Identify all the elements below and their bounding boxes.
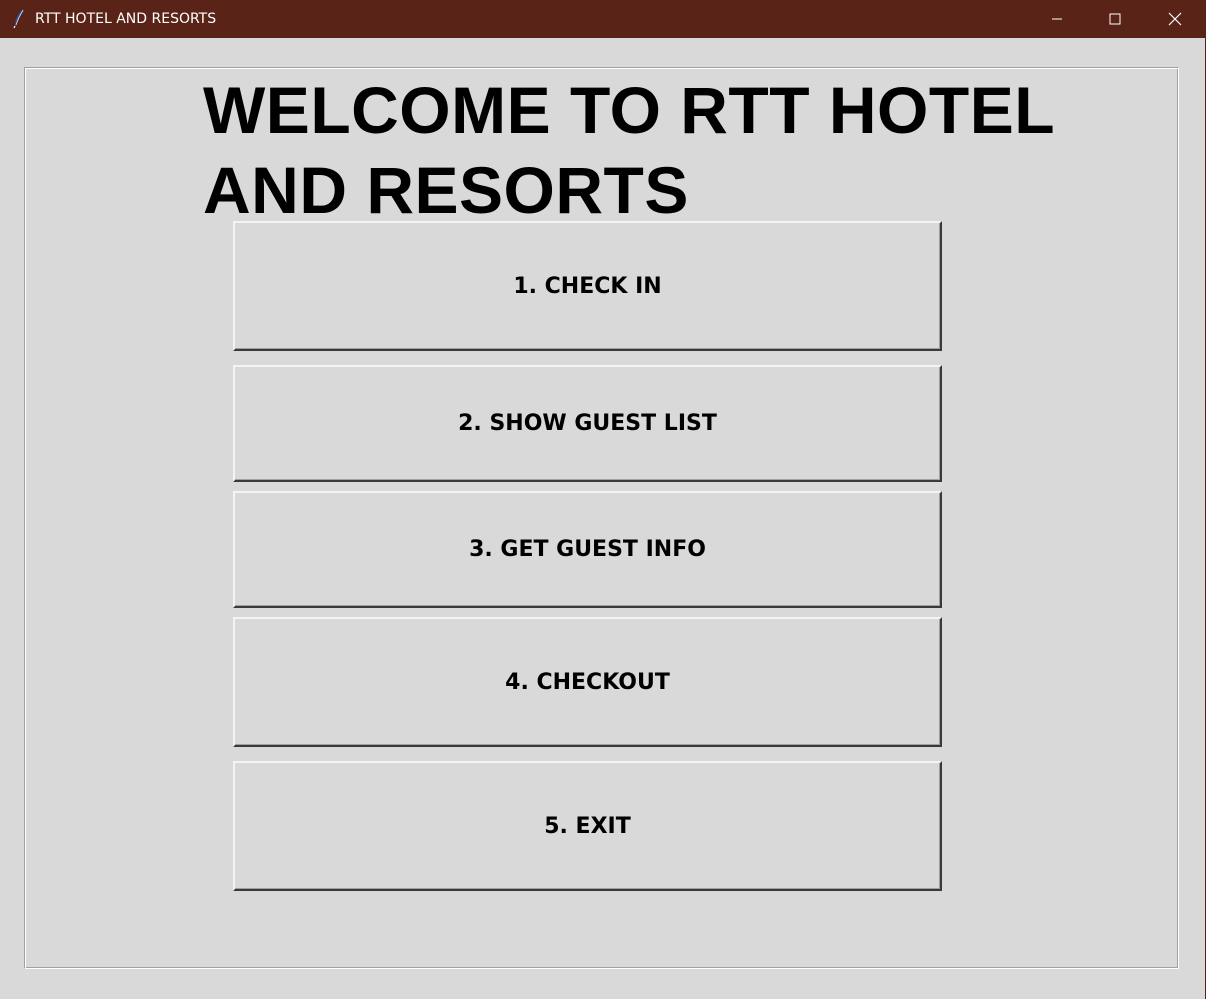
window-title: RTT HOTEL AND RESORTS <box>35 11 217 27</box>
maximize-button[interactable] <box>1086 0 1144 38</box>
minimize-button[interactable] <box>1028 0 1086 38</box>
get-guest-info-button[interactable]: 3. GET GUEST INFO <box>233 491 942 608</box>
show-guest-list-button[interactable]: 2. SHOW GUEST LIST <box>233 365 942 482</box>
feather-icon <box>12 9 26 29</box>
checkout-button[interactable]: 4. CHECKOUT <box>233 617 942 747</box>
welcome-heading: WELCOME TO RTT HOTEL AND RESORTS <box>203 73 1054 227</box>
exit-button[interactable]: 5. EXIT <box>233 761 942 891</box>
maximize-icon <box>1109 13 1121 25</box>
close-button[interactable] <box>1146 0 1204 38</box>
close-icon <box>1168 12 1182 26</box>
check-in-button[interactable]: 1. CHECK IN <box>233 221 942 351</box>
minimize-icon <box>1051 13 1063 25</box>
app-window: RTT HOTEL AND RESORTS WELCOME TO RTT HOT… <box>0 0 1206 999</box>
title-bar[interactable]: RTT HOTEL AND RESORTS <box>0 0 1206 38</box>
